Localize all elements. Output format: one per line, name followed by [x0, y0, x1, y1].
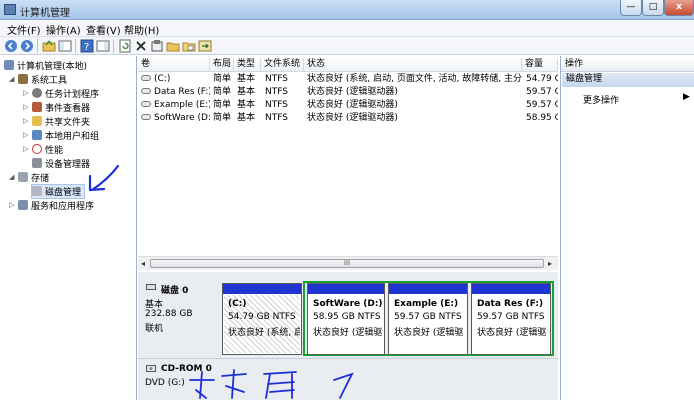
arrow-annotation-icon	[90, 164, 120, 192]
handwriting-icon	[333, 372, 354, 399]
annotation-overlay	[88, 164, 354, 399]
handwriting-icon	[189, 369, 247, 399]
handwriting-icon	[263, 371, 297, 399]
